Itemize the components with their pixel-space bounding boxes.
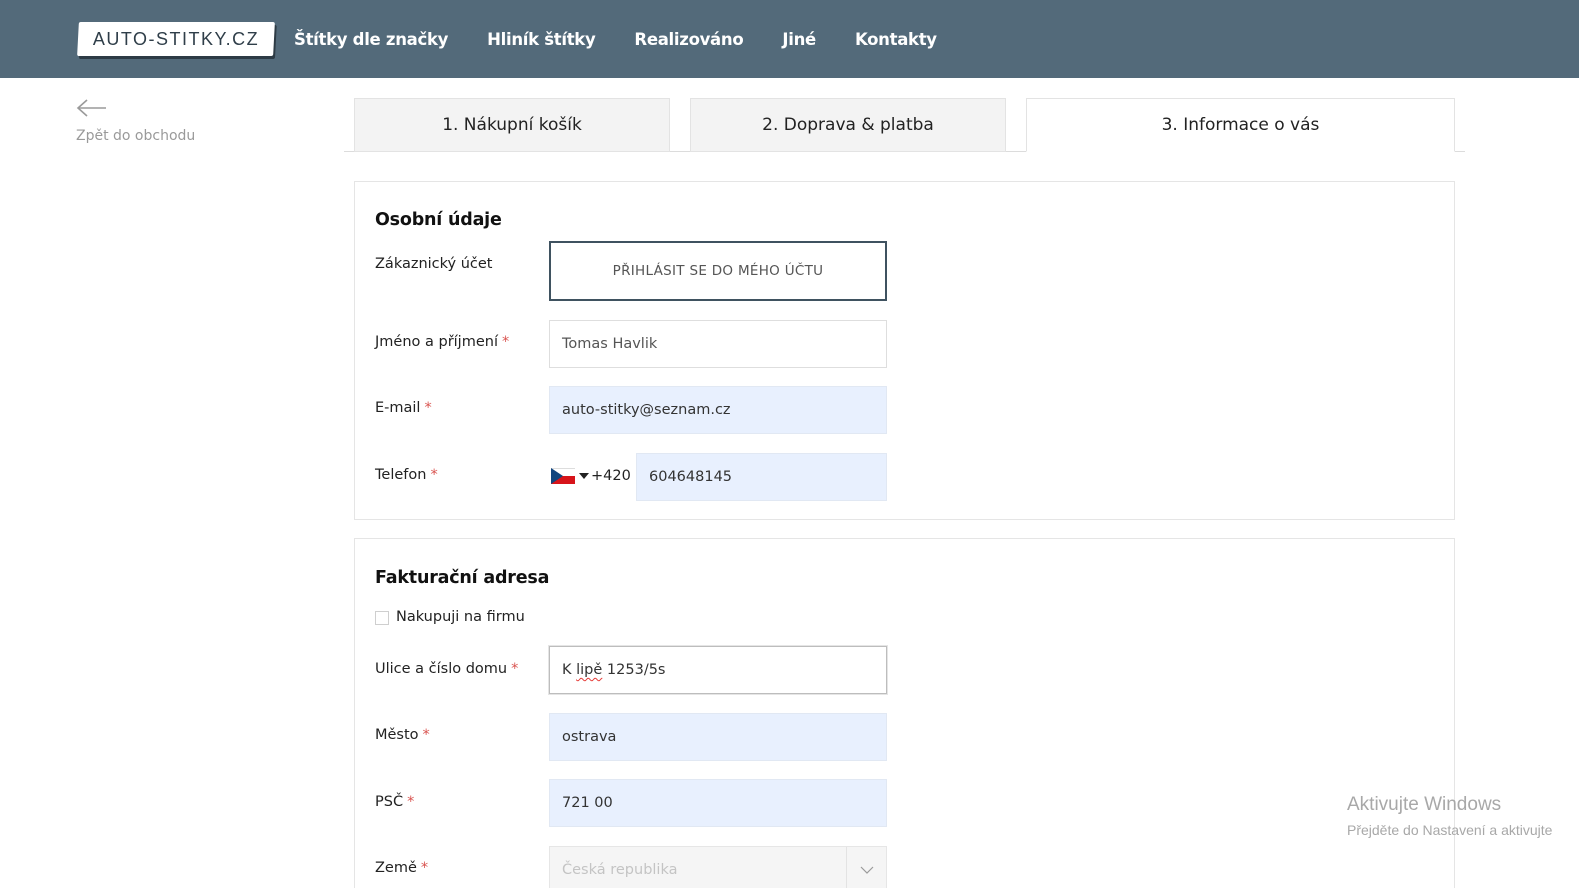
company-checkbox[interactable] — [375, 611, 389, 625]
login-account-button[interactable]: PŘIHLÁSIT SE DO MÉHO ÚČTU — [549, 241, 887, 301]
nav-link-stitky-dle-znacky[interactable]: Štítky dle značky — [294, 30, 448, 49]
city-label: Město * — [375, 727, 430, 743]
nav-link-jine[interactable]: Jiné — [782, 30, 816, 49]
nav-link-kontakty[interactable]: Kontakty — [855, 30, 937, 49]
city-input[interactable]: ostrava — [549, 713, 887, 761]
personal-info-section: Osobní údaje Zákaznický účet PŘIHLÁSIT S… — [354, 181, 1455, 520]
windows-activation-watermark: Aktivujte Windows Přejděte do Nastavení … — [1347, 794, 1553, 838]
section-title-personal: Osobní údaje — [375, 210, 502, 230]
phone-input[interactable]: 604648145 — [636, 453, 887, 501]
phone-prefix-text: +420 — [591, 468, 631, 484]
phone-country-selector[interactable]: +420 — [551, 452, 631, 500]
zip-input[interactable]: 721 00 — [549, 779, 887, 827]
street-label: Ulice a číslo domu * — [375, 661, 519, 677]
country-label: Země * — [375, 860, 429, 876]
country-select[interactable]: Česká republika — [549, 846, 887, 888]
country-select-value: Česká republika — [562, 862, 678, 878]
section-title-billing: Fakturační adresa — [375, 568, 550, 588]
nav-link-hlinik-stitky[interactable]: Hliník štítky — [487, 30, 596, 49]
tab-cart[interactable]: 1. Nákupní košík — [354, 98, 670, 152]
email-input[interactable]: auto-stitky@seznam.cz — [549, 386, 887, 434]
tab-customer-info[interactable]: 3. Informace o vás — [1026, 98, 1455, 152]
nav-link-realizovano[interactable]: Realizováno — [634, 30, 743, 49]
account-label: Zákaznický účet — [375, 256, 493, 272]
zip-label: PSČ * — [375, 794, 415, 810]
company-checkbox-label[interactable]: Nakupuji na firmu — [396, 609, 525, 625]
czech-flag-icon — [551, 468, 575, 484]
billing-address-section: Fakturační adresa Nakupuji na firmu Ulic… — [354, 538, 1455, 888]
main-nav: Štítky dle značky Hliník štítky Realizov… — [294, 0, 976, 78]
phone-label: Telefon * — [375, 467, 438, 483]
site-logo[interactable]: AUTO-STITKY.CZ — [77, 22, 275, 56]
back-label: Zpět do obchodu — [76, 128, 196, 144]
logo-text: AUTO-STITKY.CZ — [92, 28, 260, 49]
street-input[interactable]: K lipě 1253/5s — [549, 646, 887, 694]
chevron-down-icon — [860, 866, 873, 874]
name-input[interactable]: Tomas Havlik — [549, 320, 887, 368]
name-label: Jméno a příjmení * — [375, 334, 510, 350]
spellcheck-word: lipě — [576, 662, 603, 678]
caret-down-icon — [579, 473, 589, 479]
tab-shipping-payment[interactable]: 2. Doprava & platba — [690, 98, 1006, 152]
top-navigation-bar: AUTO-STITKY.CZ Štítky dle značky Hliník … — [0, 0, 1579, 78]
arrow-left-icon — [76, 99, 106, 117]
email-label: E-mail * — [375, 400, 432, 416]
select-chevron — [846, 847, 886, 888]
back-to-shop-link[interactable]: Zpět do obchodu — [76, 98, 216, 150]
